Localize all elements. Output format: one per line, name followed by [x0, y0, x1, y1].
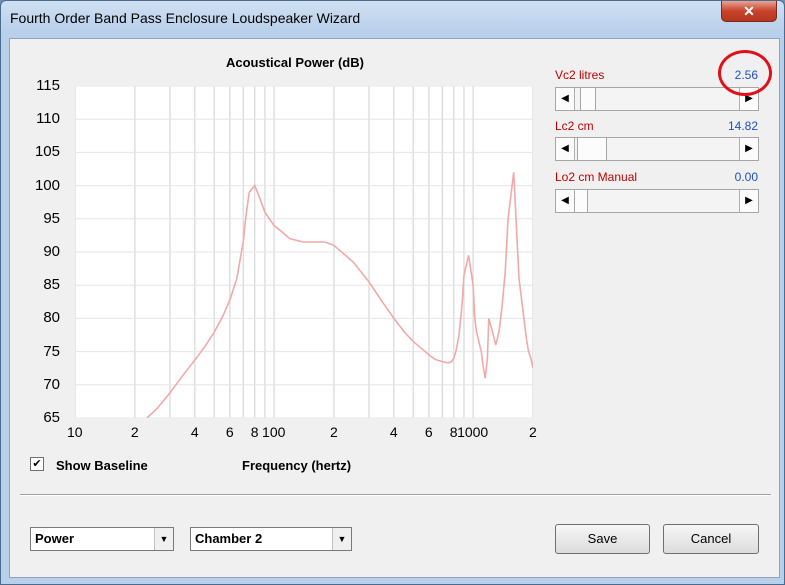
y-tick-label: 100 [34, 176, 60, 194]
y-tick-label: 115 [36, 77, 60, 94]
close-icon[interactable]: ✕ [743, 3, 755, 19]
vc2-slider-thumb[interactable] [580, 88, 596, 110]
plot-grid [74, 85, 534, 419]
x-tick-label: 100 [262, 424, 286, 440]
y-tick-label: 105 [34, 143, 60, 161]
close-button[interactable]: ✕ [721, 1, 777, 22]
view-mode-value: Power [35, 531, 75, 546]
acoustical-power-plot [74, 85, 534, 419]
lo2-slider[interactable]: ◀ ▶ [555, 189, 759, 213]
show-baseline-label[interactable]: Show Baseline [56, 458, 148, 473]
view-mode-select[interactable]: Power ▼ [30, 527, 174, 551]
x-tick-label: 2 [529, 424, 537, 440]
cancel-button[interactable]: Cancel [663, 524, 759, 554]
x-tick-label: 6 [424, 424, 433, 440]
x-tick-label: 4 [389, 424, 398, 440]
lc2-slider[interactable]: ◀ ▶ [555, 137, 759, 161]
x-tick-label: 1000 [457, 424, 489, 440]
plot-svg [74, 85, 534, 419]
highlight-circle [718, 50, 772, 96]
lo2-slider-thumb[interactable] [574, 190, 588, 212]
dropdown-arrow-icon[interactable]: ▼ [332, 528, 351, 550]
scroll-left-arrow-icon[interactable]: ◀ [556, 88, 575, 110]
x-tick-label: 6 [225, 424, 234, 440]
lc2-slider-thumb[interactable] [577, 138, 607, 160]
x-tick-label: 2 [130, 424, 139, 440]
scroll-right-arrow-icon[interactable]: ▶ [739, 190, 758, 212]
lo2-value: 0.00 [734, 170, 758, 184]
y-tick-label: 85 [43, 276, 60, 294]
y-tick-label: 80 [43, 309, 60, 327]
check-icon: ✔ [32, 458, 42, 470]
x-axis-label: Frequency (hertz) [242, 458, 352, 473]
scroll-right-arrow-icon[interactable]: ▶ [739, 138, 758, 160]
y-tick-label: 95 [43, 209, 60, 227]
y-tick-label: 70 [43, 375, 60, 393]
chamber-value: Chamber 2 [195, 531, 263, 546]
x-tick-label: 8 [250, 424, 259, 440]
lc2-label: Lc2 cm [555, 119, 594, 133]
power-curve [146, 172, 534, 419]
x-tick-label: 2 [329, 424, 338, 440]
y-tick-label: 90 [43, 243, 60, 260]
x-tick-label: 10 [67, 424, 83, 440]
title-bar[interactable]: Fourth Order Band Pass Enclosure Loudspe… [1, 1, 784, 37]
scroll-left-arrow-icon[interactable]: ◀ [556, 190, 575, 212]
wizard-window: Fourth Order Band Pass Enclosure Loudspe… [0, 0, 785, 585]
y-tick-label: 75 [43, 342, 60, 360]
show-baseline-checkbox[interactable]: ✔ [30, 457, 44, 471]
dialog-body: Acoustical Power (dB) 115 110 105 100 95 90 85… [9, 38, 780, 578]
dropdown-arrow-icon[interactable]: ▼ [154, 528, 173, 550]
divider [20, 494, 771, 496]
lc2-value: 14.82 [727, 119, 758, 133]
scroll-left-arrow-icon[interactable]: ◀ [556, 138, 575, 160]
window-title: Fourth Order Band Pass Enclosure Loudspe… [10, 10, 361, 26]
save-button[interactable]: Save [555, 524, 650, 554]
y-tick-label: 65 [43, 409, 60, 426]
chamber-select[interactable]: Chamber 2 ▼ [190, 527, 352, 551]
x-tick-label: 4 [190, 424, 199, 440]
vc2-label: Vc2 litres [555, 68, 605, 82]
chart-title: Acoustical Power (dB) [226, 55, 364, 70]
y-tick-label: 110 [36, 110, 60, 128]
lo2-label: Lo2 cm Manual [555, 170, 638, 184]
